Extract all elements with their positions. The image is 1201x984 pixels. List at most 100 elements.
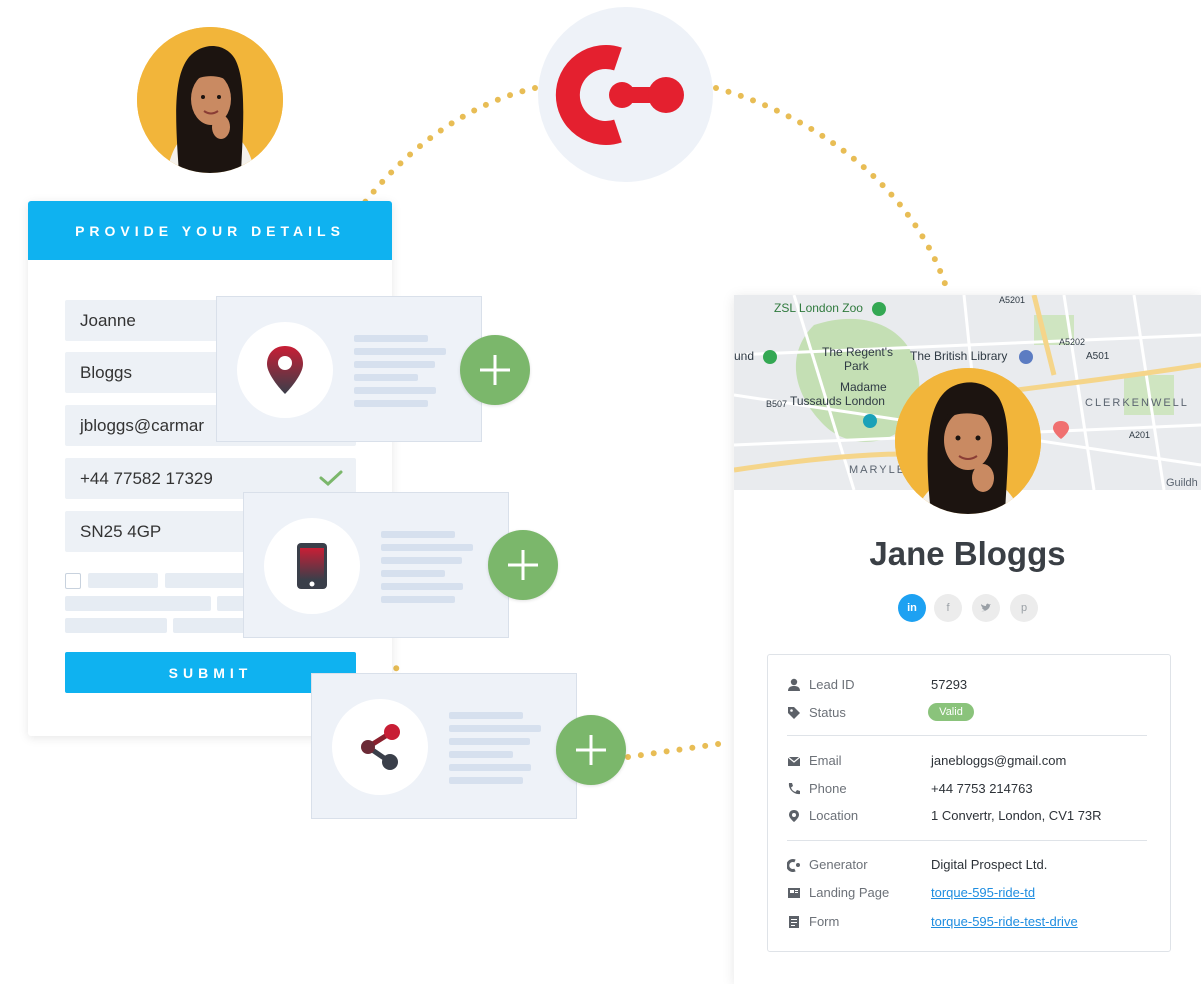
- twitter-icon[interactable]: [972, 594, 1000, 622]
- divider: [787, 735, 1147, 736]
- placeholder-line: [354, 361, 435, 368]
- map-label: MARYLE: [849, 464, 907, 476]
- detail-value: +44 7753 214763: [931, 781, 1033, 796]
- plus-icon: [508, 550, 538, 580]
- placeholder-line: [449, 725, 541, 732]
- detail-value: Digital Prospect Ltd.: [931, 857, 1048, 872]
- detail-label: Lead ID: [809, 677, 855, 692]
- share-icon: [361, 724, 400, 770]
- museum-marker-icon: [863, 414, 877, 428]
- placeholder-line: [381, 596, 455, 603]
- park-marker-icon: [763, 350, 777, 364]
- pinterest-icon[interactable]: p: [1010, 594, 1038, 622]
- detail-row-phone: Phone +44 7753 214763: [768, 779, 1170, 801]
- detail-row-status: Status Valid: [768, 703, 1170, 725]
- map-label: The British Library: [910, 349, 1008, 363]
- form-header: PROVIDE YOUR DETAILS: [28, 201, 392, 260]
- status-badge: Valid: [928, 703, 974, 721]
- detail-label: Form: [809, 914, 840, 929]
- form-document-icon: [789, 916, 799, 928]
- form-link[interactable]: torque-595-ride-test-drive: [931, 914, 1078, 929]
- detail-label: Phone: [809, 781, 847, 796]
- placeholder-line: [381, 544, 473, 551]
- feature-icon-badge: [264, 518, 360, 614]
- map-label: The Regent's: [822, 345, 893, 359]
- map-label: CLERKENWELL: [1085, 397, 1189, 409]
- profile-avatar: [895, 368, 1041, 514]
- divider: [787, 840, 1147, 841]
- plus-icon: [480, 355, 510, 385]
- placeholder-line: [381, 531, 455, 538]
- convertr-logo-icon: [555, 45, 684, 145]
- facebook-icon[interactable]: f: [934, 594, 962, 622]
- placeholder-line: [449, 712, 523, 719]
- map-marker-icon: [789, 810, 799, 822]
- placeholder-line: [449, 764, 531, 771]
- detail-label: Status: [809, 705, 846, 720]
- profile-name: Jane Bloggs: [869, 535, 1066, 572]
- detail-row-generator: Generator Digital Prospect Ltd.: [768, 855, 1170, 877]
- placeholder-line: [381, 557, 462, 564]
- phone-icon: [788, 783, 800, 795]
- linkedin-icon[interactable]: in: [898, 594, 926, 622]
- placeholder-text-bar: [65, 596, 211, 611]
- placeholder-line: [449, 777, 523, 784]
- map-label: A5202: [1059, 337, 1086, 347]
- detail-row-landing-page: Landing Page torque-595-ride-td: [768, 883, 1170, 905]
- location-enrichment-card: [216, 296, 482, 442]
- mobile-enrichment-card: [243, 492, 509, 638]
- detail-label: Location: [809, 808, 859, 823]
- placeholder-line: [354, 374, 418, 381]
- lead-avatar: [137, 27, 283, 173]
- map-label: A501: [1086, 351, 1110, 362]
- map-label: ZSL London Zoo: [774, 301, 863, 315]
- placeholder-line: [449, 751, 513, 758]
- placeholder-line: [354, 387, 436, 394]
- detail-value: janebloggs@gmail.com: [931, 753, 1067, 768]
- library-marker-icon: [1019, 350, 1033, 364]
- generator-icon: [787, 859, 800, 872]
- placeholder-line: [449, 738, 530, 745]
- placeholder-line: [354, 335, 428, 342]
- detail-value: 57293: [931, 677, 968, 692]
- detail-label: Generator: [809, 857, 868, 872]
- placeholder-text-bar: [88, 573, 158, 588]
- consent-checkbox[interactable]: [65, 573, 81, 589]
- feature-icon-badge: [332, 699, 428, 795]
- add-mobile-button[interactable]: [488, 530, 558, 600]
- user-icon: [788, 678, 800, 691]
- map-label: Madame: [840, 380, 887, 394]
- placeholder-line: [381, 570, 445, 577]
- placeholder-line: [354, 400, 428, 407]
- map-label: und: [734, 349, 755, 363]
- hospital-marker-icon: [1053, 421, 1069, 439]
- mobile-phone-icon: [297, 543, 327, 589]
- zoo-marker-icon: [872, 302, 886, 316]
- add-location-button[interactable]: [460, 335, 530, 405]
- add-social-button[interactable]: [556, 715, 626, 785]
- landing-page-icon: [788, 888, 800, 898]
- map-label: A5201: [999, 295, 1026, 305]
- map-label: A201: [1129, 430, 1151, 440]
- tag-icon: [788, 707, 800, 719]
- landing-page-link[interactable]: torque-595-ride-td: [931, 885, 1035, 900]
- detail-row-location: Location 1 Convertr, London, CV1 73R: [768, 806, 1170, 828]
- placeholder-line: [354, 348, 446, 355]
- plus-icon: [576, 735, 606, 765]
- placeholder-text-bar: [65, 618, 167, 633]
- map-label: Guildh: [1166, 477, 1198, 489]
- social-enrichment-card: [311, 673, 577, 819]
- detail-row-form: Form torque-595-ride-test-drive: [768, 912, 1170, 934]
- checkmark-icon: [319, 470, 343, 487]
- location-pin-icon: [267, 346, 303, 394]
- map-label: B507: [766, 399, 788, 409]
- map-label: Tussauds London: [790, 394, 885, 408]
- lead-details-panel: Lead ID 57293 Status Valid Email janeblo…: [767, 654, 1171, 952]
- detail-row-email: Email janebloggs@gmail.com: [768, 751, 1170, 773]
- brand-logo: [538, 7, 713, 182]
- detail-label: Email: [809, 753, 842, 768]
- phone-field-value: +44 77582 17329: [80, 468, 213, 488]
- feature-icon-badge: [237, 322, 333, 418]
- lead-capture-form: PROVIDE YOUR DETAILS Joanne Bloggs jblog…: [28, 201, 392, 736]
- twitter-bird-icon: [981, 603, 991, 612]
